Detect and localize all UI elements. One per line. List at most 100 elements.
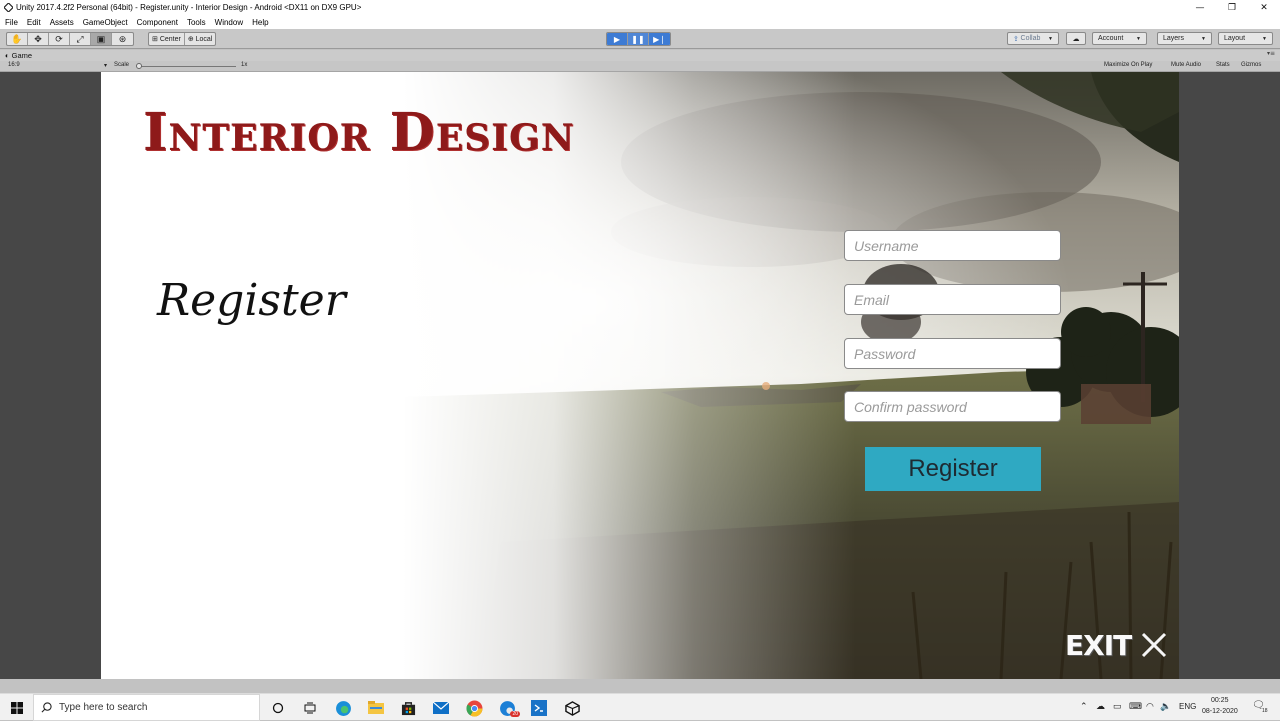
menu-file[interactable]: File <box>5 18 18 27</box>
vs-code-icon[interactable] <box>529 698 549 718</box>
store-icon[interactable] <box>398 698 418 718</box>
menu-help[interactable]: Help <box>252 18 268 27</box>
cortana-icon[interactable] <box>268 698 288 718</box>
mute-audio-toggle[interactable]: Mute Audio <box>1171 62 1201 68</box>
scale-icon[interactable]: ⤢ <box>70 33 91 45</box>
rect-icon[interactable]: ▣ <box>91 33 112 45</box>
scale-value: 1x <box>241 62 248 68</box>
window-title-bar: Unity 2017.4.2f2 Personal (64bit) - Regi… <box>0 0 1280 15</box>
game-icon: ◐ <box>5 51 12 60</box>
game-title: Interior Design <box>143 102 575 163</box>
close-icon <box>1142 632 1167 658</box>
task-view-icon[interactable] <box>300 698 320 718</box>
keyboard-icon[interactable]: ⌨ <box>1129 701 1142 712</box>
layout-dropdown[interactable]: Layout ▼ <box>1218 32 1273 45</box>
minimize-button[interactable]: — <box>1184 0 1216 15</box>
maximize-on-play-toggle[interactable]: Maximize On Play <box>1104 62 1152 68</box>
start-button[interactable] <box>0 694 33 721</box>
language-indicator[interactable]: ENG <box>1179 702 1196 711</box>
account-label: Account <box>1098 35 1124 42</box>
scale-slider-track[interactable] <box>138 66 236 67</box>
pivot-center-toggle[interactable]: ⊞ Center <box>149 33 185 45</box>
layers-dropdown[interactable]: Layers ▼ <box>1157 32 1212 45</box>
search-placeholder: Type here to search <box>59 702 148 713</box>
play-icon[interactable]: ▶ <box>607 33 628 45</box>
menu-assets[interactable]: Assets <box>50 18 74 27</box>
username-field[interactable] <box>844 230 1061 261</box>
cloud-upload-icon: ⇪ <box>1013 35 1019 43</box>
gizmos-dropdown[interactable]: Gizmos <box>1241 62 1261 68</box>
menu-tools[interactable]: Tools <box>187 18 206 27</box>
layers-label: Layers <box>1163 35 1185 42</box>
aspect-dropdown[interactable]: 16:9 <box>8 62 20 68</box>
windows-taskbar: Type here to search 20 ⌃ ☁ ▭ ⌨ ◠ 🔈 ENG 0… <box>0 693 1280 721</box>
step-icon[interactable]: ▶❘ <box>649 33 670 45</box>
register-heading: Register <box>157 275 346 326</box>
battery-icon[interactable]: ▭ <box>1113 701 1122 712</box>
play-controls: ▶ ❚❚ ▶❘ <box>606 32 671 46</box>
chevron-up-icon[interactable]: ⌃ <box>1080 701 1088 712</box>
exit-button[interactable]: EXIT <box>1065 628 1169 662</box>
menu-component[interactable]: Component <box>137 18 178 27</box>
globe-icon: ⊕ <box>187 36 196 43</box>
chevron-down-icon: ▼ <box>1201 35 1206 42</box>
window-title: Unity 2017.4.2f2 Personal (64bit) - Regi… <box>16 3 362 12</box>
tab-game-label: Game <box>11 51 33 60</box>
clock-date[interactable]: 08-12-2020 <box>1202 708 1238 715</box>
pivot-icon: ⊞ <box>152 36 160 43</box>
tab-menu-icon[interactable]: ▾≡ <box>1267 50 1275 57</box>
restore-button[interactable]: ❐ <box>1216 0 1248 15</box>
menu-edit[interactable]: Edit <box>27 18 41 27</box>
menu-bar: File Edit Assets GameObject Component To… <box>0 15 1280 29</box>
unity-icon[interactable] <box>562 698 582 718</box>
exit-label: EXIT <box>1065 628 1132 662</box>
chevron-down-icon: ▼ <box>1136 35 1141 42</box>
transform-icon[interactable]: ⊛ <box>112 33 133 45</box>
chevron-down-icon: ▼ <box>1048 35 1053 42</box>
pause-icon[interactable]: ❚❚ <box>628 33 649 45</box>
scale-slider-thumb[interactable] <box>136 63 142 69</box>
cloud-button[interactable]: ☁ <box>1066 32 1086 45</box>
layout-label: Layout <box>1224 35 1246 42</box>
unity-app-icon <box>3 3 13 13</box>
mail-icon[interactable] <box>431 698 451 718</box>
game-view-controls: 16:9 ▾ Scale 1x Maximize On Play Mute Au… <box>0 61 1280 72</box>
clock-time[interactable]: 00:25 <box>1211 697 1229 704</box>
move-icon[interactable]: ✥ <box>28 33 49 45</box>
display-dropdown-icon[interactable]: ▾ <box>104 62 107 69</box>
transform-tools: ✋ ✥ ⟳ ⤢ ▣ ⊛ <box>6 32 134 46</box>
hand-icon[interactable]: ✋ <box>7 33 28 45</box>
chevron-down-icon: ▼ <box>1262 35 1267 42</box>
register-button[interactable]: Register <box>865 447 1041 491</box>
space-label: Local <box>195 35 213 43</box>
pivot-label: Center <box>159 35 181 43</box>
pivot-controls: ⊞ Center ⊕ Local <box>148 32 217 46</box>
white-fade-overlay <box>101 72 1179 679</box>
search-icon <box>41 702 52 713</box>
windows-logo-icon <box>10 701 23 714</box>
rotate-icon[interactable]: ⟳ <box>49 33 70 45</box>
account-dropdown[interactable]: Account ▼ <box>1092 32 1147 45</box>
stats-toggle[interactable]: Stats <box>1216 62 1230 68</box>
pivot-local-toggle[interactable]: ⊕ Local <box>185 33 216 45</box>
wifi-icon[interactable]: ◠ <box>1146 701 1154 712</box>
window-controls: — ❐ ✕ <box>1184 0 1280 15</box>
collab-dropdown[interactable]: ⇪ Collab ▼ <box>1007 32 1059 45</box>
chrome-icon[interactable] <box>464 698 484 718</box>
edge-icon[interactable] <box>333 698 353 718</box>
password-field[interactable] <box>844 338 1061 369</box>
volume-icon[interactable]: 🔈 <box>1160 701 1171 712</box>
edge-beta-icon[interactable]: 20 <box>497 698 520 718</box>
cloud-icon: ☁ <box>1072 35 1080 43</box>
onedrive-icon[interactable]: ☁ <box>1096 701 1105 712</box>
scale-label: Scale <box>114 62 130 68</box>
tab-game[interactable]: ◐ Game <box>5 51 32 60</box>
menu-window[interactable]: Window <box>215 18 243 27</box>
menu-gameobject[interactable]: GameObject <box>83 18 128 27</box>
confirm-password-field[interactable] <box>844 391 1061 422</box>
email-field[interactable] <box>844 284 1061 315</box>
close-button[interactable]: ✕ <box>1248 0 1280 15</box>
taskbar-search-box[interactable]: Type here to search <box>33 694 260 721</box>
file-explorer-icon[interactable] <box>366 698 386 718</box>
notification-badge: 20 <box>510 711 520 717</box>
